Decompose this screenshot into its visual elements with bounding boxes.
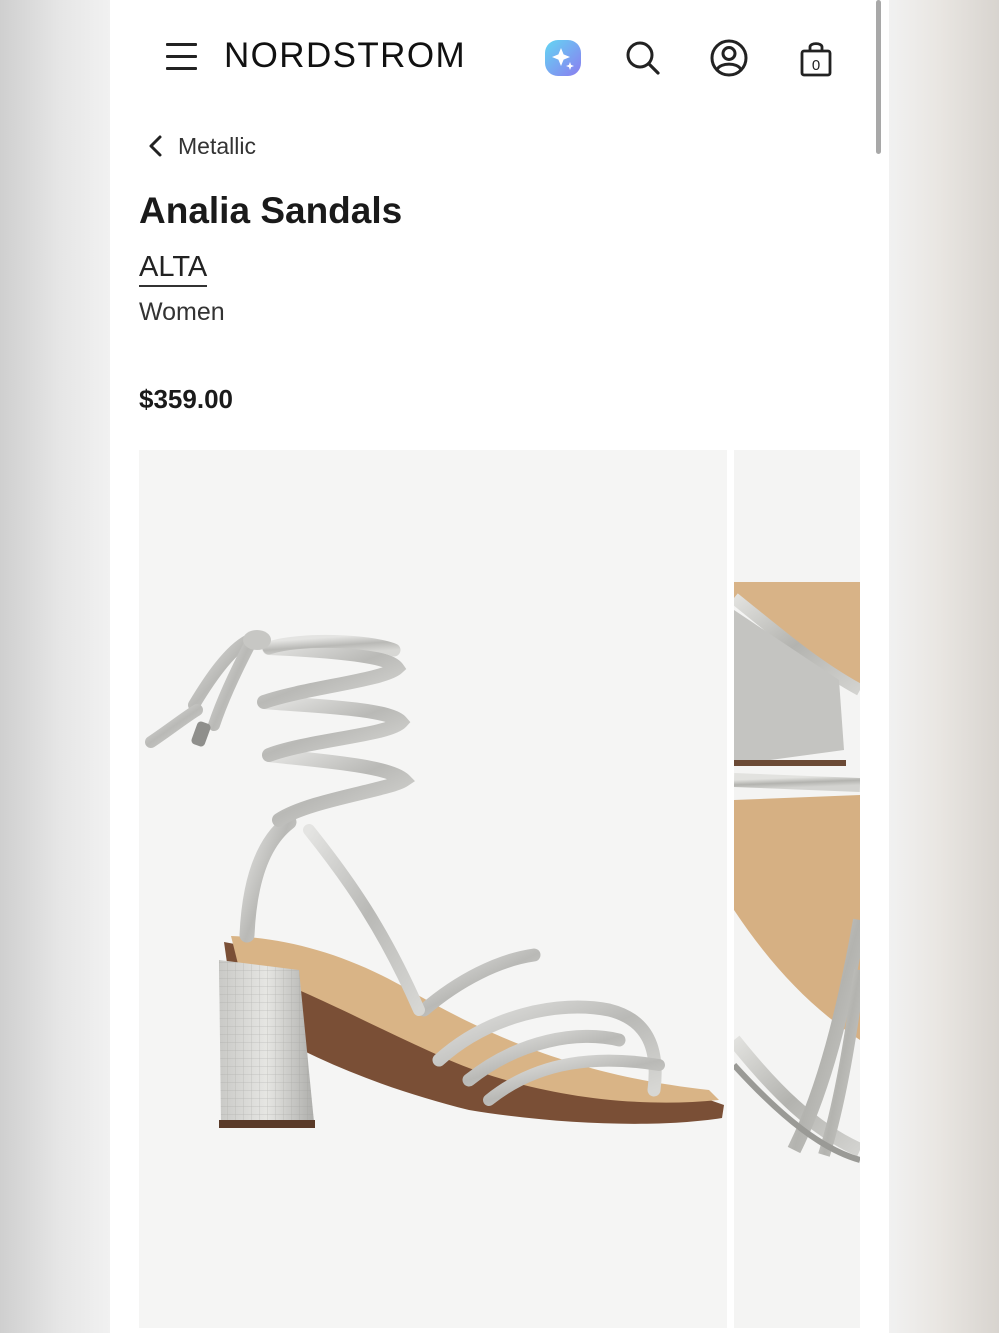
nordstrom-logo[interactable]: NORDSTROM <box>224 36 466 76</box>
menu-icon[interactable] <box>166 42 198 72</box>
sparkle-ai-icon[interactable] <box>542 37 584 79</box>
breadcrumb-label: Metallic <box>178 132 256 159</box>
product-gender: Women <box>139 298 225 326</box>
account-icon[interactable] <box>708 37 750 79</box>
product-image-secondary[interactable] <box>734 450 860 1328</box>
scrollbar[interactable] <box>876 0 881 154</box>
product-title: Analia Sandals <box>139 190 403 231</box>
shopping-bag-icon[interactable]: 0 <box>795 37 837 79</box>
product-price: $359.00 <box>139 384 233 414</box>
product-page: NORDSTROM 0 Metallic Analia Sandals ALTA… <box>110 0 889 1333</box>
back-breadcrumb[interactable]: Metallic <box>148 128 256 164</box>
brand-link[interactable]: ALTA <box>139 250 208 287</box>
search-icon[interactable] <box>622 37 664 79</box>
chevron-left-icon <box>149 135 162 157</box>
product-image-main[interactable] <box>139 450 727 1328</box>
bag-count: 0 <box>812 57 820 74</box>
